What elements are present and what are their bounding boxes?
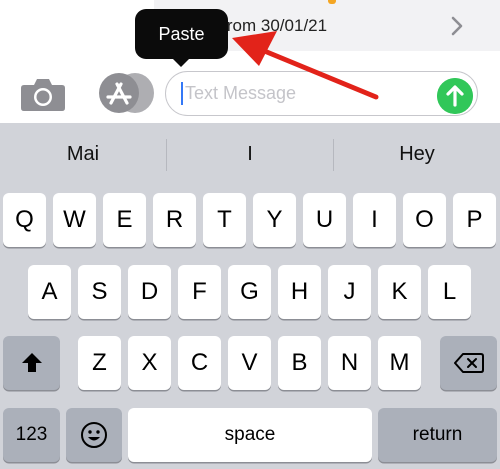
key-s[interactable]: S <box>78 265 121 319</box>
key-t[interactable]: T <box>203 193 246 247</box>
key-y[interactable]: Y <box>253 193 296 247</box>
space-key[interactable]: space <box>128 408 372 462</box>
banner-accent <box>328 0 336 4</box>
app-store-icon[interactable] <box>94 72 156 114</box>
key-d[interactable]: D <box>128 265 171 319</box>
key-x[interactable]: X <box>128 336 171 390</box>
shift-key[interactable] <box>3 336 60 390</box>
suggestion-item[interactable]: Mai <box>0 123 166 186</box>
text-caret <box>181 82 183 105</box>
key-j[interactable]: J <box>328 265 371 319</box>
key-r[interactable]: R <box>153 193 196 247</box>
key-e[interactable]: E <box>103 193 146 247</box>
key-i[interactable]: I <box>353 193 396 247</box>
return-key[interactable]: return <box>378 408 497 462</box>
suggestion-bar: Mai I Hey <box>0 123 500 186</box>
delete-icon <box>453 353 484 373</box>
camera-icon[interactable] <box>20 76 66 112</box>
message-placeholder: Text Message <box>185 83 297 103</box>
key-a[interactable]: A <box>28 265 71 319</box>
key-l[interactable]: L <box>428 265 471 319</box>
suggestion-item[interactable]: Hey <box>334 123 500 186</box>
key-o[interactable]: O <box>403 193 446 247</box>
key-n[interactable]: N <box>328 336 371 390</box>
key-h[interactable]: H <box>278 265 321 319</box>
emoji-icon <box>81 422 107 448</box>
suggestion-item[interactable]: I <box>167 123 333 186</box>
tooltip-tail <box>171 57 191 67</box>
key-p[interactable]: P <box>453 193 496 247</box>
key-f[interactable]: F <box>178 265 221 319</box>
keyboard: Mai I Hey Q W E R T Y U I O P A S D F G … <box>0 123 500 469</box>
key-k[interactable]: K <box>378 265 421 319</box>
key-g[interactable]: G <box>228 265 271 319</box>
key-c[interactable]: C <box>178 336 221 390</box>
message-input[interactable]: Text Message <box>165 71 478 116</box>
delete-key[interactable] <box>440 336 497 390</box>
key-u[interactable]: U <box>303 193 346 247</box>
message-area: n from 30/01/21 Text Message Paste <box>0 0 500 123</box>
key-b[interactable]: B <box>278 336 321 390</box>
emoji-key[interactable] <box>66 408 122 462</box>
key-m[interactable]: M <box>378 336 421 390</box>
key-w[interactable]: W <box>53 193 96 247</box>
chevron-right-icon[interactable] <box>449 14 465 38</box>
key-q[interactable]: Q <box>3 193 46 247</box>
key-v[interactable]: V <box>228 336 271 390</box>
shift-icon <box>21 353 42 372</box>
numbers-key[interactable]: 123 <box>3 408 60 462</box>
paste-label: Paste <box>158 23 205 44</box>
send-button[interactable] <box>437 78 473 114</box>
paste-button[interactable]: Paste <box>135 9 228 59</box>
key-z[interactable]: Z <box>78 336 121 390</box>
